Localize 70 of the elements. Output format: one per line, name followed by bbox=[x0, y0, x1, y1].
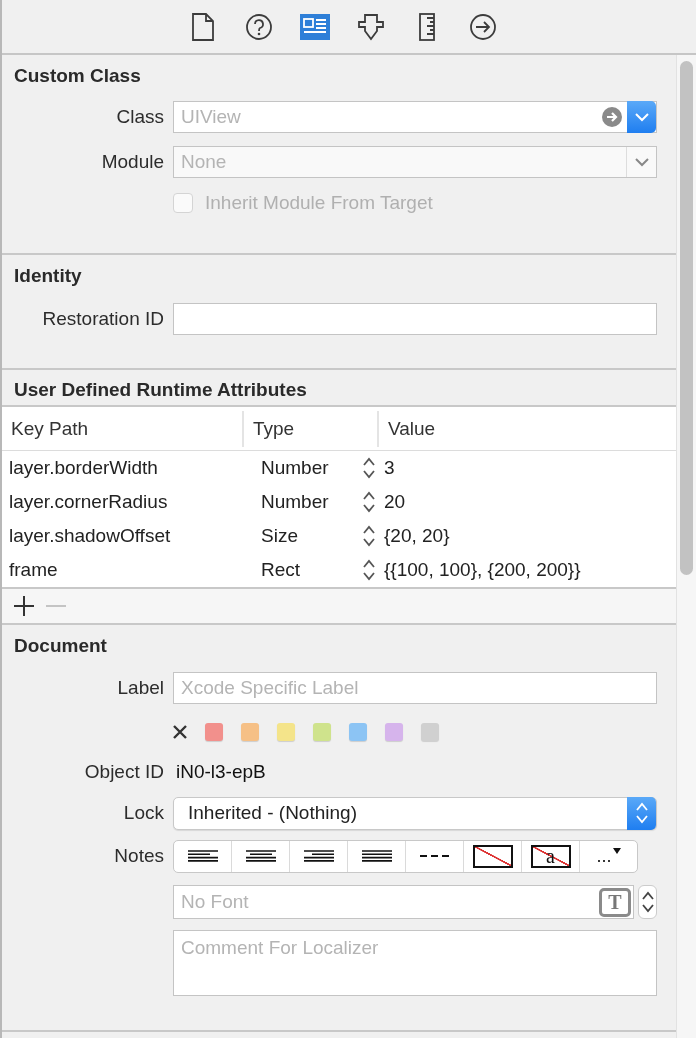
font-picker-button[interactable]: T bbox=[599, 887, 631, 917]
file-icon bbox=[191, 12, 215, 41]
arrow-circle-icon bbox=[602, 107, 622, 127]
table-cell-text: frame bbox=[8, 559, 59, 581]
stepper-icon bbox=[363, 491, 375, 513]
dashed-line-icon bbox=[419, 854, 450, 858]
ruler-icon bbox=[418, 12, 436, 41]
chevron-down-icon bbox=[634, 157, 649, 167]
label-color-swatch[interactable] bbox=[385, 723, 403, 741]
align-center-icon bbox=[245, 849, 276, 863]
column-header[interactable]: Key Path bbox=[2, 410, 242, 447]
table-cell-text: layer.cornerRadius bbox=[8, 491, 169, 513]
label-field[interactable]: Xcode Specific Label bbox=[173, 672, 657, 704]
font-field[interactable]: No Font bbox=[174, 886, 599, 918]
no-color-icon bbox=[472, 844, 513, 868]
comment-field[interactable]: Comment For Localizer bbox=[173, 930, 657, 996]
label-color-swatch[interactable] bbox=[421, 723, 439, 741]
table-cell-text: {20, 20} bbox=[383, 525, 451, 547]
arrow-circle-icon bbox=[469, 12, 497, 41]
lock-popup-button[interactable]: Inherited - (Nothing) bbox=[173, 796, 657, 830]
chevron-down-icon bbox=[634, 112, 649, 122]
stepper-icon bbox=[363, 525, 375, 547]
table-cell: Size bbox=[261, 525, 298, 547]
section-title: Document bbox=[13, 634, 108, 658]
updown-arrows-icon bbox=[635, 802, 648, 824]
stepper-icon bbox=[363, 559, 375, 581]
add-button[interactable] bbox=[12, 594, 36, 618]
caret-icon bbox=[612, 847, 621, 855]
restoration-id-field[interactable] bbox=[173, 303, 657, 335]
section-title: Identity bbox=[13, 264, 83, 288]
field-label: Restoration ID bbox=[41, 308, 164, 330]
shield-arrow-icon bbox=[357, 12, 385, 41]
table-cell: Rect bbox=[261, 559, 301, 581]
clear-label-icon[interactable] bbox=[173, 725, 187, 739]
section-title: Custom Class bbox=[13, 64, 142, 88]
class-field[interactable]: UIView bbox=[174, 102, 597, 132]
minus-icon bbox=[45, 605, 67, 607]
table-cell-text: 20 bbox=[383, 491, 407, 513]
class-combo-box[interactable]: UIView bbox=[173, 101, 657, 133]
label-color-swatch[interactable] bbox=[241, 723, 259, 741]
align-left-icon bbox=[187, 849, 218, 863]
label-color-swatch[interactable] bbox=[277, 723, 295, 741]
updown-chevrons-icon bbox=[641, 891, 654, 913]
more-options-button[interactable]: ... bbox=[579, 840, 637, 872]
font-box[interactable]: No Font T bbox=[173, 885, 634, 919]
field-label: Module bbox=[100, 151, 164, 173]
align-right-icon bbox=[303, 849, 334, 863]
identity-card-icon bbox=[300, 13, 330, 40]
plus-icon bbox=[13, 595, 35, 617]
table-cell-text: {{100, 100}, {200, 200}} bbox=[383, 559, 582, 581]
field-label: Lock bbox=[122, 802, 164, 824]
object-id-value: iN0-l3-epB bbox=[175, 761, 267, 783]
table-cell: Number bbox=[261, 457, 329, 479]
justify-icon bbox=[361, 849, 392, 863]
help-icon bbox=[245, 12, 273, 41]
table-cell-text: layer.borderWidth bbox=[8, 457, 159, 479]
label-color-swatch[interactable] bbox=[349, 723, 367, 741]
font-size-stepper[interactable] bbox=[638, 885, 657, 919]
table-cell-text: layer.shadowOffset bbox=[8, 525, 172, 547]
label-color-swatch[interactable] bbox=[205, 723, 223, 741]
field-label: Object ID bbox=[83, 761, 164, 783]
field-label: Label bbox=[116, 677, 164, 699]
scrollbar-thumb[interactable] bbox=[680, 61, 693, 575]
label-color-swatch[interactable] bbox=[313, 723, 331, 741]
column-header[interactable]: Type bbox=[242, 410, 377, 447]
table-cell: Number bbox=[261, 491, 329, 513]
field-label: Notes bbox=[113, 845, 164, 867]
table-cell-text: 3 bbox=[383, 457, 396, 479]
field-label: Class bbox=[115, 106, 164, 128]
stepper-icon bbox=[363, 457, 375, 479]
